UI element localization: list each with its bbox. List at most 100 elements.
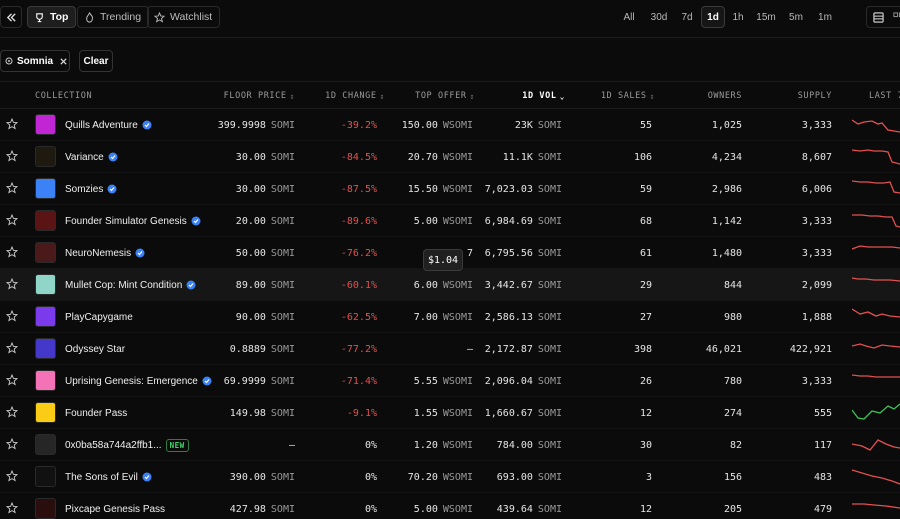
collection-name[interactable]: Mullet Cop: Mint Condition — [65, 280, 182, 291]
timeframe-1m[interactable]: 1m — [815, 6, 835, 28]
timeframe-15m[interactable]: 15m — [754, 6, 778, 28]
owners-cell: 1,025 — [711, 119, 742, 131]
collection-name-cell[interactable]: 0x0ba58a744a2ffb1... NEW — [65, 429, 189, 461]
view-toggle — [866, 6, 900, 28]
timeframe-1d[interactable]: 1d — [701, 6, 725, 28]
owners-cell: 205 — [723, 503, 742, 515]
collection-name-cell[interactable]: The Sons of Evil — [65, 461, 152, 493]
tab-watchlist[interactable]: Watchlist — [147, 6, 221, 28]
volume: 7,023.03 — [484, 183, 533, 195]
collection-name-cell[interactable]: Mullet Cop: Mint Condition — [65, 269, 196, 301]
sparkline-7d — [852, 439, 900, 451]
watchlist-star-icon[interactable] — [6, 278, 18, 290]
col-1d-sales[interactable]: 1D SALES ⇕ — [575, 83, 655, 109]
watchlist-star-icon[interactable] — [6, 502, 18, 514]
top-offer-cell: 5.55 WSOMI — [385, 365, 473, 397]
collection-name[interactable]: The Sons of Evil — [65, 472, 138, 483]
grid-view-button[interactable] — [888, 7, 900, 27]
collection-name-cell[interactable]: NeuroNemesis — [65, 237, 145, 269]
collection-name[interactable]: Quills Adventure — [65, 120, 138, 131]
supply-cell: 8,607 — [801, 151, 832, 163]
sparkline-7d — [852, 245, 900, 250]
change-cell: 0% — [364, 503, 377, 515]
volume-cell: 693.00 SOMI — [470, 461, 562, 493]
volume: 2,096.04 — [484, 375, 533, 387]
tab-top[interactable]: Top — [27, 6, 77, 28]
collection-name-cell[interactable]: Pixcape Genesis Pass — [65, 493, 165, 519]
chain-filter-chip[interactable]: Somnia — [0, 50, 70, 72]
collection-name-cell[interactable]: Uprising Genesis: Emergence — [65, 365, 212, 397]
table-row[interactable]: Founder Simulator Genesis 20.00 SOMI -89.6%… — [0, 205, 900, 237]
top-offer: 150.00 — [401, 119, 438, 131]
col-floor-price[interactable]: FLOOR PRICE ⇕ — [215, 83, 295, 109]
collection-name-cell[interactable]: Variance — [65, 141, 118, 173]
top-offer-cell: 150.00 WSOMI — [385, 109, 473, 141]
col-top-offer[interactable]: TOP OFFER ⇕ — [395, 83, 475, 109]
close-icon[interactable] — [59, 57, 68, 66]
table-row[interactable]: Founder Pass 149.98 SOMI -9.1% 1.55 WSOMI 1,66… — [0, 397, 900, 429]
clear-filters-button[interactable]: Clear — [79, 50, 113, 72]
floor-currency: SOMI — [270, 215, 295, 227]
collection-name[interactable]: Founder Pass — [65, 408, 127, 419]
col-1d-vol[interactable]: 1D VOL ⌄ — [485, 83, 565, 109]
flame-icon — [86, 11, 93, 23]
watchlist-star-icon[interactable] — [6, 182, 18, 194]
collection-name-cell[interactable]: Somzies — [65, 173, 117, 205]
collection-name-cell[interactable]: Founder Pass — [65, 397, 127, 429]
collection-name-cell[interactable]: PlayCapygame — [65, 301, 133, 333]
table-row[interactable]: The Sons of Evil 390.00 SOMI 0% 70.20 WSOMI 69… — [0, 461, 900, 493]
watchlist-star-icon[interactable] — [6, 470, 18, 482]
watchlist-star-icon[interactable] — [6, 246, 18, 258]
volume: 2,172.87 — [484, 343, 533, 355]
collection-name[interactable]: Founder Simulator Genesis — [65, 216, 187, 227]
chain-logo-icon — [5, 57, 13, 65]
watchlist-star-icon[interactable] — [6, 310, 18, 322]
table-row[interactable]: Pixcape Genesis Pass 427.98 SOMI 0% 5.00 WSOM… — [0, 493, 900, 519]
table-row[interactable]: Odyssey Star 0.8889 SOMI -77.2% –2,172.87 SOM… — [0, 333, 900, 365]
watchlist-star-icon[interactable] — [6, 342, 18, 354]
timeframe-7d[interactable]: 7d — [677, 6, 697, 28]
table-row[interactable]: Variance 30.00 SOMI -84.5% 20.70 WSOMI 11.1K SO… — [0, 141, 900, 173]
offer-currency: WSOMI — [442, 151, 473, 163]
star-icon — [154, 11, 165, 23]
collection-name[interactable]: Pixcape Genesis Pass — [65, 504, 165, 515]
watchlist-star-icon[interactable] — [6, 374, 18, 386]
collection-name[interactable]: Somzies — [65, 184, 103, 195]
owners-cell: 844 — [723, 279, 742, 291]
offer-currency: WSOMI — [442, 375, 473, 387]
watchlist-star-icon[interactable] — [6, 150, 18, 162]
watchlist-star-icon[interactable] — [6, 118, 18, 130]
col-owners: OWNERS — [707, 91, 742, 101]
tab-trending[interactable]: Trending — [77, 6, 150, 28]
collection-name-cell[interactable]: Quills Adventure — [65, 109, 152, 141]
collection-name[interactable]: NeuroNemesis — [65, 248, 131, 259]
collection-name-cell[interactable]: Odyssey Star — [65, 333, 125, 365]
table-row[interactable]: Quills Adventure 399.9998 SOMI -39.2% 150.00… — [0, 109, 900, 141]
supply-cell: 479 — [813, 503, 832, 515]
collection-name[interactable]: Uprising Genesis: Emergence — [65, 376, 198, 387]
collapse-sidebar-button[interactable] — [0, 6, 22, 28]
collection-name[interactable]: 0x0ba58a744a2ffb1... — [65, 440, 162, 451]
table-view-button[interactable] — [868, 7, 888, 27]
collection-name[interactable]: PlayCapygame — [65, 312, 133, 323]
table-row[interactable]: Somzies 30.00 SOMI -87.5% 15.50 WSOMI 7,023.03… — [0, 173, 900, 205]
col-1d-change[interactable]: 1D CHANGE ⇕ — [305, 83, 385, 109]
table-row[interactable]: PlayCapygame 90.00 SOMI -62.5% 7.00 WSOMI 2,58… — [0, 301, 900, 333]
timeframe-all[interactable]: All — [618, 6, 640, 28]
table-row[interactable]: 0x0ba58a744a2ffb1... NEW –0% 1.20 WSOMI 784.0… — [0, 429, 900, 461]
collection-thumbnail — [35, 434, 56, 455]
table-row[interactable]: Uprising Genesis: Emergence 69.9999 SOMI -7… — [0, 365, 900, 397]
watchlist-star-icon[interactable] — [6, 438, 18, 450]
watchlist-star-icon[interactable] — [6, 214, 18, 226]
collection-name-cell[interactable]: Founder Simulator Genesis — [65, 205, 201, 237]
volume-currency: SOMI — [537, 279, 562, 291]
timeframe-30d[interactable]: 30d — [646, 6, 672, 28]
collection-name[interactable]: Odyssey Star — [65, 344, 125, 355]
collection-name[interactable]: Variance — [65, 152, 104, 163]
table-row[interactable]: Mullet Cop: Mint Condition 89.00 SOMI -60.1… — [0, 269, 900, 301]
volume-currency: SOMI — [537, 183, 562, 195]
timeframe-5m[interactable]: 5m — [786, 6, 806, 28]
timeframe-1h[interactable]: 1h — [729, 6, 747, 28]
watchlist-star-icon[interactable] — [6, 406, 18, 418]
top-offer-cell: 1.55 WSOMI — [385, 397, 473, 429]
